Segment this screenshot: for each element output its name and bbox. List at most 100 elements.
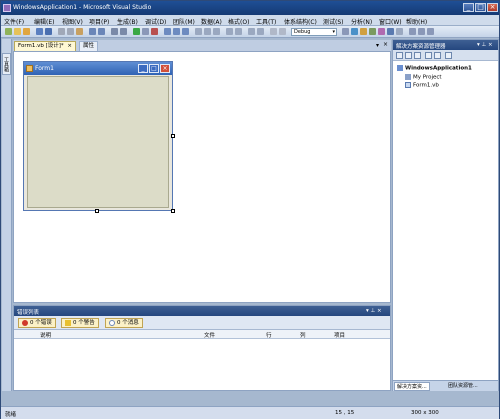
paste-icon[interactable] [76, 28, 83, 35]
warnings-filter-button[interactable]: 0 个警告 [61, 318, 99, 328]
resize-handle-corner[interactable] [171, 209, 175, 213]
stop-debugging-icon[interactable] [151, 28, 158, 35]
same-width-icon[interactable] [226, 28, 233, 35]
align-right-icon[interactable] [213, 28, 220, 35]
uncomment-icon[interactable] [279, 28, 286, 35]
column-line[interactable]: 行 [266, 331, 272, 339]
column-description[interactable]: 说明 [40, 331, 51, 339]
save-icon[interactable] [36, 28, 43, 35]
align-center-icon[interactable] [204, 28, 211, 35]
lock-controls-icon[interactable] [418, 28, 425, 35]
new-project-icon[interactable] [5, 28, 12, 35]
menu-debug[interactable]: 调试(D) [145, 17, 166, 26]
resize-handle-right[interactable] [171, 134, 175, 138]
maximize-button[interactable]: □ [475, 3, 486, 12]
close-icon[interactable]: × [67, 43, 72, 49]
align-left-icon[interactable] [195, 28, 202, 35]
view-code-icon[interactable] [425, 52, 432, 59]
step-over-icon[interactable] [173, 28, 180, 35]
column-project[interactable]: 项目 [334, 331, 345, 339]
title-bar[interactable]: WindowsApplication1 - Microsoft Visual S… [1, 1, 499, 15]
menu-help[interactable]: 帮助(H) [406, 17, 427, 26]
start-debugging-icon[interactable] [133, 28, 140, 35]
add-item-icon[interactable] [14, 28, 21, 35]
extension-manager-icon[interactable] [396, 28, 403, 35]
info-icon [109, 319, 115, 326]
menu-format[interactable]: 格式(O) [228, 17, 249, 26]
form1-window[interactable]: Form1 _ □ × [23, 61, 173, 211]
menu-test[interactable]: 测试(S) [323, 17, 344, 26]
tree-item-solution[interactable]: WindowsApplication1 [397, 65, 472, 72]
same-height-icon[interactable] [235, 28, 242, 35]
form1-title: Form1 [35, 65, 54, 72]
minimize-button[interactable]: _ [463, 3, 474, 12]
menu-window[interactable]: 窗口(W) [379, 17, 402, 26]
tree-item-my-project[interactable]: My Project [405, 74, 442, 81]
solution-explorer-header[interactable]: 解决方案资源管理器 ▾ ⊥ × [393, 40, 498, 50]
project-icon [397, 65, 403, 71]
menu-file[interactable]: 文件(F) [4, 17, 24, 26]
open-file-icon[interactable] [23, 28, 30, 35]
chevron-down-icon[interactable]: ▾ [376, 42, 379, 49]
resize-handle-bottom[interactable] [95, 209, 99, 213]
error-list-header[interactable]: 错误列表 ▾ ⊥ × [14, 306, 390, 316]
bring-to-front-icon[interactable] [248, 28, 255, 35]
close-button[interactable]: × [487, 3, 498, 12]
start-page-icon[interactable] [387, 28, 394, 35]
form1-client-area[interactable] [27, 76, 169, 208]
status-text: 就绪 [5, 412, 17, 418]
panel-pin-icon[interactable]: ▾ ⊥ × [366, 308, 382, 314]
column-column[interactable]: 列 [300, 331, 306, 339]
solution-configuration-select[interactable]: Debug ▾ [291, 28, 337, 36]
menu-tools[interactable]: 工具(T) [256, 17, 276, 26]
menu-edit[interactable]: 编辑(E) [34, 17, 54, 26]
toolbar-options-icon[interactable] [427, 28, 434, 35]
close-icon[interactable]: × [383, 41, 388, 48]
object-browser-icon[interactable] [369, 28, 376, 35]
toolbox-tab[interactable]: 工具箱 [2, 53, 11, 75]
properties-icon[interactable] [396, 52, 403, 59]
menu-bar: 文件(F) 编辑(E) 视图(V) 项目(P) 生成(B) 调试(D) 团队(M… [1, 15, 499, 26]
menu-project[interactable]: 项目(P) [89, 17, 109, 26]
form1-title-bar[interactable]: Form1 _ □ × [24, 62, 172, 75]
tab-order-icon[interactable] [409, 28, 416, 35]
show-all-files-icon[interactable] [405, 52, 412, 59]
tab-solution-explorer[interactable]: 解决方案资... [394, 382, 430, 391]
tab-form1-designer[interactable]: Form1.vb [设计]* × [14, 41, 76, 51]
warning-icon [65, 319, 71, 326]
copy-icon[interactable] [67, 28, 74, 35]
menu-view[interactable]: 视图(V) [62, 17, 83, 26]
refresh-icon[interactable] [414, 52, 421, 59]
menu-team[interactable]: 团队(M) [173, 17, 195, 26]
view-designer-icon[interactable] [434, 52, 441, 59]
tab-properties[interactable]: 属性 [79, 41, 99, 51]
menu-analyze[interactable]: 分析(N) [351, 17, 372, 26]
messages-filter-button[interactable]: 0 个消息 [105, 318, 143, 328]
menu-build[interactable]: 生成(B) [117, 17, 138, 26]
errors-filter-button[interactable]: 0 个错误 [18, 318, 56, 328]
form-maximize-button: □ [149, 64, 159, 73]
tree-item-form1[interactable]: Form1.vb [405, 82, 439, 89]
step-out-icon[interactable] [182, 28, 189, 35]
tab-team-explorer[interactable]: 团队资源管... [446, 382, 480, 391]
save-all-icon[interactable] [45, 28, 52, 35]
properties-window-icon[interactable] [360, 28, 367, 35]
send-to-back-icon[interactable] [257, 28, 264, 35]
column-file[interactable]: 文件 [204, 331, 215, 339]
step-into-icon[interactable] [164, 28, 171, 35]
navigate-forward-icon[interactable] [120, 28, 127, 35]
class-diagram-icon[interactable] [445, 52, 452, 59]
comment-icon[interactable] [270, 28, 277, 35]
navigate-back-icon[interactable] [111, 28, 118, 35]
menu-architecture[interactable]: 体系结构(C) [284, 17, 317, 26]
cut-icon[interactable] [58, 28, 65, 35]
undo-icon[interactable] [89, 28, 96, 35]
break-all-icon[interactable] [142, 28, 149, 35]
toolbox-icon[interactable] [378, 28, 385, 35]
solution-explorer-icon[interactable] [351, 28, 358, 35]
redo-icon[interactable] [98, 28, 105, 35]
panel-pin-icon[interactable]: ▾ ⊥ × [477, 42, 493, 48]
tree-item-label: My Project [413, 74, 442, 81]
find-in-files-icon[interactable] [342, 28, 349, 35]
menu-data[interactable]: 数据(A) [201, 17, 222, 26]
